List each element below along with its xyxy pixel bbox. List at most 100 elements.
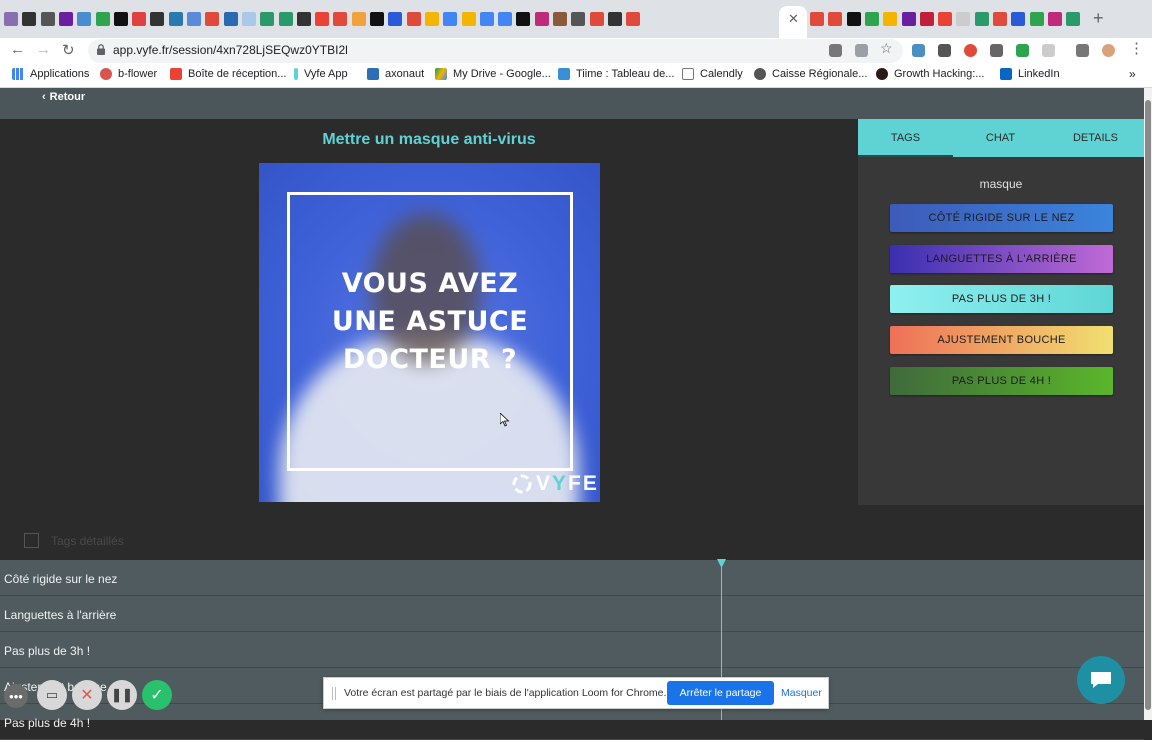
avatar[interactable] — [1102, 44, 1115, 57]
tab-favicon[interactable] — [993, 12, 1007, 26]
tab-favicon[interactable] — [589, 12, 604, 26]
new-tab-icon[interactable]: + — [1093, 8, 1104, 29]
tab-favicon[interactable] — [315, 12, 330, 26]
tab-favicon[interactable] — [956, 12, 971, 26]
stop-sharing-button[interactable]: Arrêter le partage — [667, 681, 774, 705]
tab-chat[interactable]: CHAT — [953, 119, 1048, 157]
tab-favicon[interactable] — [974, 12, 989, 26]
bookmark-applications[interactable]: Applications — [12, 68, 89, 80]
loom-camera-icon[interactable]: ▭ — [37, 680, 67, 710]
tab-favicon[interactable] — [223, 12, 238, 26]
back-arrow-icon[interactable]: ← — [10, 41, 25, 58]
tab-favicon[interactable] — [516, 12, 531, 26]
tab-favicon[interactable] — [4, 12, 18, 26]
tab-favicon[interactable] — [1066, 12, 1081, 26]
tab-favicon[interactable] — [296, 12, 311, 26]
bookmark-b-flower[interactable]: b-flower — [100, 68, 157, 80]
tab-close-icon[interactable]: ✕ — [788, 11, 799, 27]
tag-button-pas-plus-4h[interactable]: PAS PLUS DE 4H ! — [890, 367, 1113, 395]
tab-favicon[interactable] — [260, 12, 275, 26]
tag-button-languettes[interactable]: LANGUETTES À L'ARRIÈRE — [890, 245, 1113, 273]
star-icon[interactable]: ☆ — [880, 40, 893, 57]
bookmark-axonaut[interactable]: axonaut — [367, 68, 424, 80]
tab-favicon[interactable] — [919, 12, 934, 26]
media-icon[interactable] — [1076, 44, 1089, 57]
loom-cancel-icon[interactable]: ✕ — [72, 680, 102, 710]
address-bar[interactable]: app.vyfe.fr/session/4xn728LjSEQwz0YTBI2l — [88, 39, 903, 63]
tab-favicon[interactable] — [1029, 12, 1044, 26]
tab-favicon[interactable] — [846, 12, 861, 26]
tag-button-cote-rigide[interactable]: CÔTÉ RIGIDE SUR LE NEZ — [890, 204, 1113, 232]
timeline-row[interactable]: Languettes à l'arrière — [0, 596, 1144, 632]
tab-favicon[interactable] — [883, 12, 898, 26]
bookmark-drive[interactable]: My Drive - Google... — [435, 68, 551, 80]
loom-more-icon[interactable]: ••• — [4, 684, 28, 708]
tab-details[interactable]: DETAILS — [1048, 119, 1143, 157]
tab-favicon[interactable] — [40, 12, 55, 26]
timeline-row[interactable]: Pas plus de 3h ! — [0, 632, 1144, 668]
extension-icon[interactable] — [1016, 44, 1029, 57]
timeline-row[interactable]: Pas plus de 4h ! — [0, 704, 1144, 740]
tab-favicon[interactable] — [113, 12, 128, 26]
bookmark-gmail[interactable]: Boîte de réception... — [170, 68, 286, 80]
timeline-row[interactable]: Côté rigide sur le nez — [0, 560, 1144, 596]
tab-favicon[interactable] — [424, 12, 439, 26]
video-player[interactable]: VOUS AVEZ UNE ASTUCE DOCTEUR ? VYFE — [259, 163, 600, 502]
bookmark-tiime[interactable]: Tiime : Tableau de... — [558, 68, 674, 80]
more-bookmarks-icon[interactable]: » — [1129, 67, 1136, 81]
tab-favicon[interactable] — [351, 12, 366, 26]
tab-tags[interactable]: TAGS — [858, 119, 953, 157]
tab-favicon[interactable] — [828, 12, 843, 26]
tab-favicon[interactable] — [443, 12, 458, 26]
hide-button[interactable]: Masquer — [781, 687, 822, 699]
chat-support-icon[interactable] — [1077, 656, 1125, 704]
loom-pause-icon[interactable]: ❚❚ — [107, 680, 137, 710]
tab-favicon[interactable] — [461, 12, 476, 26]
bookmark-vyfe[interactable]: Vyfe App — [294, 68, 348, 80]
tab-favicon[interactable] — [241, 12, 256, 26]
tab-favicon[interactable] — [205, 12, 220, 26]
menu-icon[interactable]: ⋮ — [1129, 39, 1144, 57]
extension-icon[interactable] — [912, 44, 925, 57]
tag-button-ajustement-bouche[interactable]: AJUSTEMENT BOUCHE — [890, 326, 1113, 354]
tab-favicon[interactable] — [534, 12, 549, 26]
tab-favicon[interactable] — [187, 12, 201, 26]
extension-icon[interactable] — [1042, 44, 1055, 57]
camera-icon[interactable] — [829, 44, 842, 57]
tab-favicon[interactable] — [864, 12, 879, 26]
tab-favicon[interactable] — [479, 12, 494, 26]
tab-favicon[interactable] — [95, 12, 110, 26]
tab-favicon[interactable] — [278, 12, 293, 26]
loom-finish-icon[interactable]: ✓ — [142, 680, 172, 710]
detailed-tags-checkbox[interactable] — [24, 533, 39, 548]
pocket-icon[interactable] — [938, 44, 951, 57]
tab-favicon[interactable] — [370, 12, 384, 26]
tab-favicon[interactable] — [607, 12, 622, 26]
scrollbar-thumb[interactable] — [1145, 100, 1151, 710]
tab-favicon[interactable] — [626, 12, 641, 26]
forward-arrow-icon[interactable]: → — [36, 41, 51, 58]
tab-favicon[interactable] — [938, 12, 953, 26]
tab-favicon[interactable] — [406, 12, 421, 26]
tab-favicon[interactable] — [58, 12, 73, 26]
drag-handle-icon[interactable] — [332, 687, 336, 700]
loom-extension-icon[interactable] — [964, 44, 977, 57]
bookmark-calendly[interactable]: Calendly — [682, 68, 743, 80]
tab-favicon[interactable] — [132, 12, 147, 26]
tab-favicon[interactable] — [553, 12, 567, 26]
translate-icon[interactable] — [855, 44, 868, 57]
tab-favicon[interactable] — [571, 12, 586, 26]
bookmark-growth[interactable]: Growth Hacking:... — [876, 68, 984, 80]
back-link[interactable]: ‹ Retour — [42, 91, 85, 103]
tab-favicon[interactable] — [901, 12, 916, 26]
tab-favicon[interactable] — [1011, 12, 1026, 26]
tab-favicon[interactable] — [77, 12, 92, 26]
reload-icon[interactable]: ↻ — [62, 41, 75, 59]
tab-favicon[interactable] — [150, 12, 165, 26]
tab-favicon[interactable] — [388, 12, 403, 26]
tab-favicon[interactable] — [333, 12, 348, 26]
tab-favicon[interactable] — [498, 12, 513, 26]
extension-icon[interactable] — [990, 44, 1003, 57]
tab-favicon[interactable] — [1047, 12, 1062, 26]
bookmark-caisse[interactable]: Caisse Régionale... — [754, 68, 867, 80]
